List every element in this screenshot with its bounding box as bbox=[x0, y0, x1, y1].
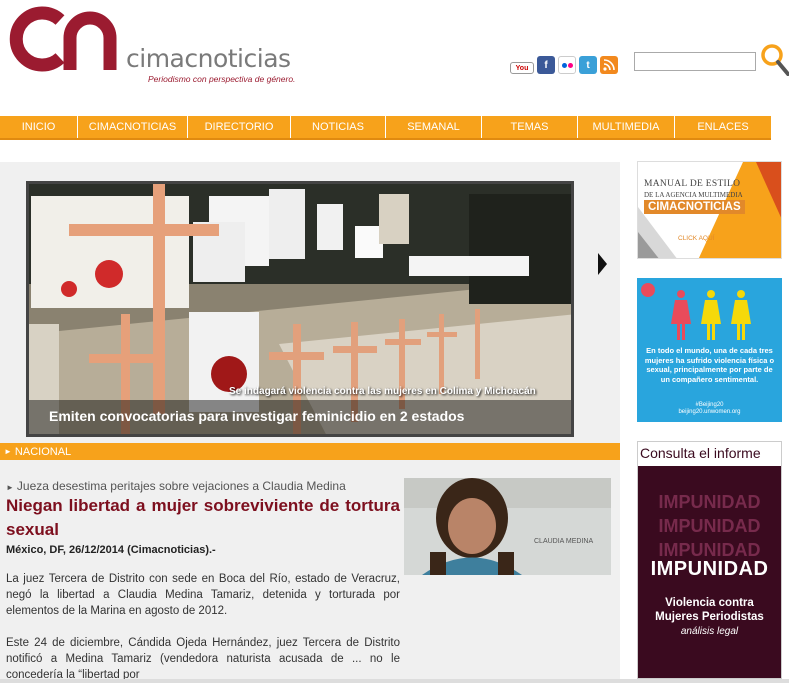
article-photo[interactable]: CLAUDIA MEDINA bbox=[404, 478, 611, 575]
brand-name: cimacnoticias bbox=[126, 44, 291, 73]
nav-item-multimedia[interactable]: MULTIMEDIA bbox=[578, 116, 675, 138]
slider-next-arrow-icon[interactable] bbox=[598, 253, 607, 275]
ad-beijing20[interactable]: En todo el mundo, una de cada tres mujer… bbox=[637, 278, 782, 422]
ad2-figures bbox=[641, 283, 751, 340]
ad-style-manual[interactable]: MANUAL DE ESTILO DE LA AGENCIA MULTIMEDI… bbox=[637, 161, 782, 259]
section-label: NACIONAL bbox=[14, 445, 72, 458]
ad3-watermark-2: IMPUNIDAD bbox=[658, 516, 761, 536]
twitter-icon[interactable]: t bbox=[579, 56, 597, 74]
ad3-heading: Consulta el informe bbox=[638, 442, 781, 466]
search-input[interactable] bbox=[634, 52, 756, 71]
article-paragraph-2: Este 24 de diciembre, Cándida Ojeda Hern… bbox=[6, 637, 400, 681]
search-icon[interactable] bbox=[760, 42, 789, 76]
slide-subtitle[interactable]: Se indagará violencia contra las mujeres… bbox=[229, 386, 536, 397]
article-dateline: México, DF, 26/12/2014 (Cimacnoticias).- bbox=[6, 544, 216, 556]
article-headline[interactable]: Niegan libertad a mujer sobreviviente de… bbox=[6, 494, 400, 542]
nav-item-inicio[interactable]: INICIO bbox=[0, 116, 78, 138]
ad-impunidad-report[interactable]: Consulta el informe IMPUNIDAD IMPUNIDAD … bbox=[637, 441, 782, 679]
article-paragraph-1: La juez Tercera de Distrito con sede en … bbox=[6, 573, 400, 617]
nav-item-cimacnoticias[interactable]: CIMACNOTICIAS bbox=[78, 116, 188, 138]
youtube-icon[interactable]: You bbox=[510, 62, 534, 74]
ad2-text: En todo el mundo, una de cada tres mujer… bbox=[644, 346, 775, 384]
social-links: You f t bbox=[510, 56, 618, 74]
ad2-hashtag: #Beijing20 bbox=[695, 402, 724, 408]
ad1-line2: DE LA AGENCIA MULTIMEDIA bbox=[644, 191, 743, 199]
caret-right-icon: ► bbox=[6, 483, 14, 492]
ad3-sub1: Violencia contra bbox=[665, 597, 754, 609]
nav-item-enlaces[interactable]: ENLACES bbox=[675, 116, 771, 138]
brand-tagline: Periodismo con perspectiva de género. bbox=[148, 74, 296, 84]
caret-right-icon: ► bbox=[4, 447, 12, 456]
nav-item-directorio[interactable]: DIRECTORIO bbox=[188, 116, 291, 138]
ad2-footer: #Beijing20 beijing20.unwomen.org bbox=[641, 402, 778, 416]
ad3-subtitle: Violencia contra Mujeres Periodistas bbox=[638, 596, 781, 624]
rss-icon[interactable] bbox=[600, 56, 618, 74]
facebook-icon[interactable]: f bbox=[537, 56, 555, 74]
cn-logo[interactable] bbox=[8, 6, 120, 72]
kicker-text: Jueza desestima peritajes sobre vejacion… bbox=[16, 479, 346, 493]
main-nav: INICIO CIMACNOTICIAS DIRECTORIO NOTICIAS… bbox=[0, 116, 771, 140]
featured-slider[interactable]: Se indagará violencia contra las mujeres… bbox=[26, 181, 574, 437]
flickr-icon[interactable] bbox=[558, 56, 576, 74]
ad3-title: IMPUNIDAD bbox=[650, 558, 769, 580]
section-nacional[interactable]: ► NACIONAL bbox=[0, 443, 620, 460]
nav-item-noticias[interactable]: NOTICIAS bbox=[291, 116, 386, 138]
ad1-line3: CIMACNOTICIAS bbox=[644, 200, 745, 214]
ad1-line1: MANUAL DE ESTILO bbox=[644, 179, 741, 189]
horizontal-scrollbar[interactable] bbox=[0, 679, 789, 683]
ad3-watermark-1: IMPUNIDAD bbox=[658, 492, 761, 512]
article-kicker[interactable]: ► Jueza desestima peritajes sobre vejacio… bbox=[6, 479, 346, 493]
page: cimacnoticias Periodismo con perspectiva… bbox=[0, 0, 789, 683]
ad2-site[interactable]: beijing20.unwomen.org bbox=[641, 409, 778, 416]
ad1-cta[interactable]: CLICK AQUÍ bbox=[678, 235, 714, 242]
ad3-small: análisis legal bbox=[680, 626, 739, 637]
photo-caption: CLAUDIA MEDINA bbox=[534, 538, 594, 545]
ad3-sub2: Mujeres Periodistas bbox=[655, 611, 764, 623]
nav-item-temas[interactable]: TEMAS bbox=[482, 116, 578, 138]
nav-item-semanal[interactable]: SEMANAL bbox=[386, 116, 482, 138]
slide-title[interactable]: Emiten convocatorias para investigar fem… bbox=[29, 400, 571, 434]
